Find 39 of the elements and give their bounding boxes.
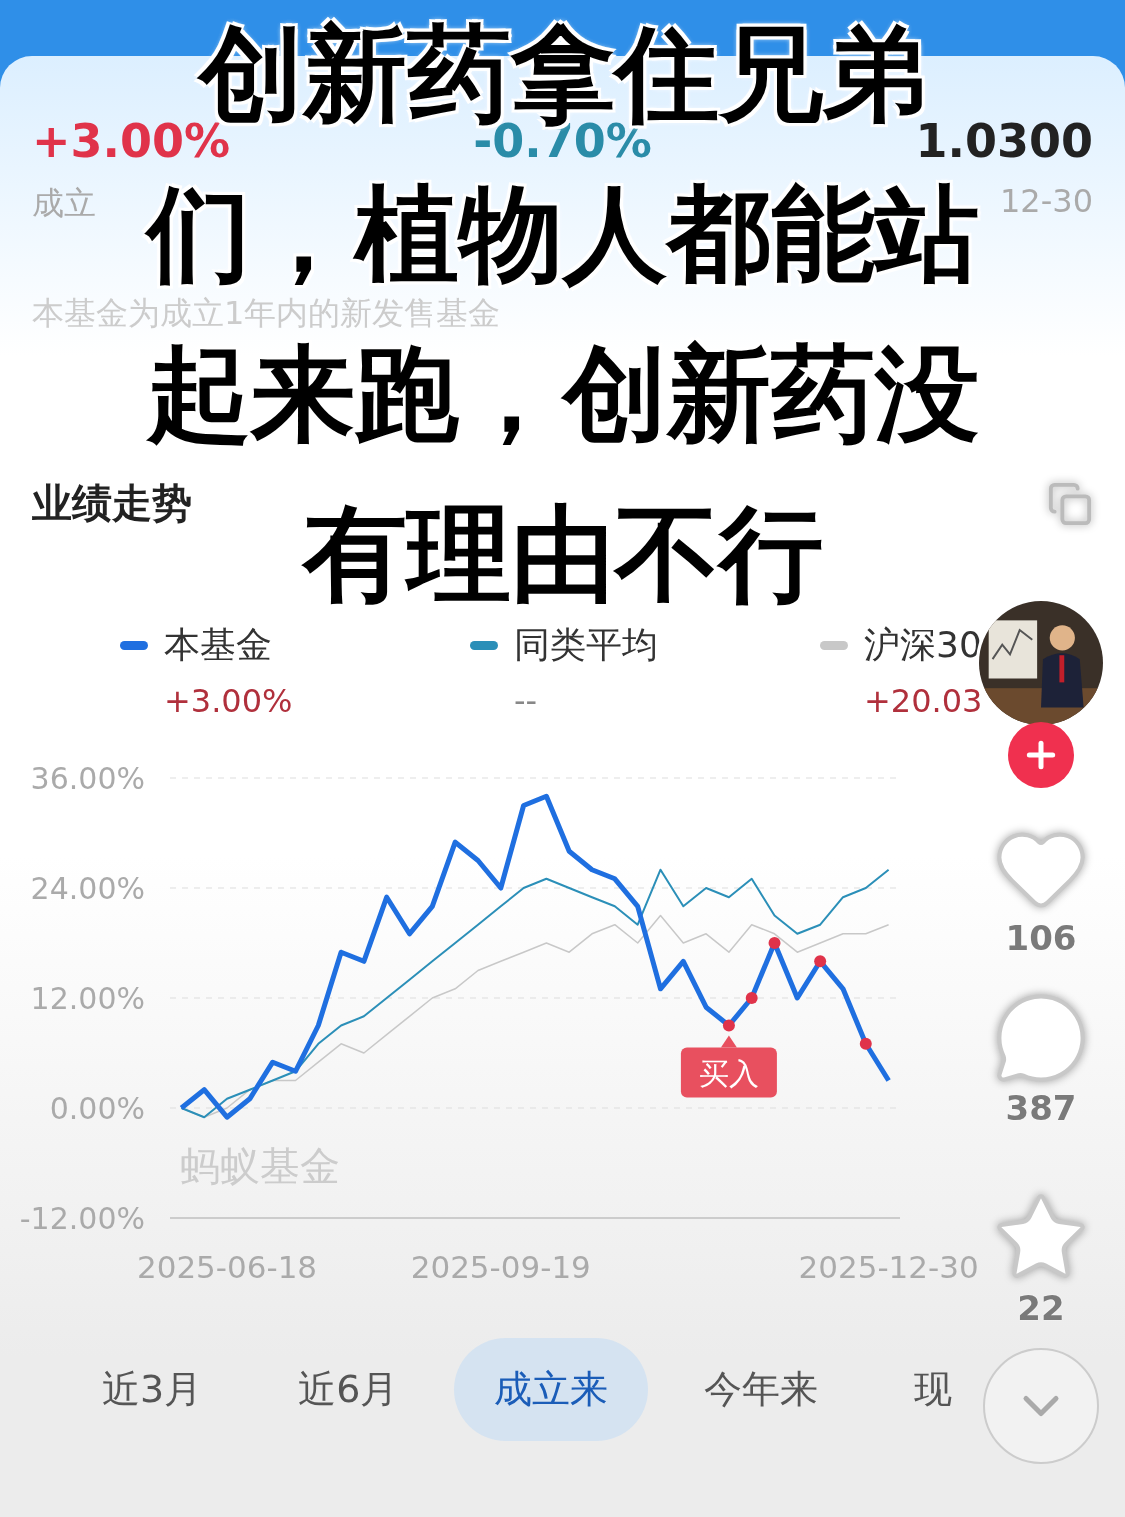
- copy-icon[interactable]: [1047, 480, 1093, 527]
- legend-swatch: [470, 641, 498, 650]
- range-tab[interactable]: 成立来: [454, 1338, 649, 1441]
- caption-line: 们，植物人都能站: [146, 172, 979, 297]
- comment-count: 387: [1005, 1088, 1077, 1128]
- trade-point: [859, 1037, 872, 1050]
- caption-line: 有理由不行: [302, 492, 823, 617]
- range-tab[interactable]: 今年来: [664, 1338, 859, 1441]
- trade-point: [814, 955, 827, 968]
- stat-label: 成立: [32, 183, 96, 224]
- axis-tick-label: 2025-09-19: [410, 1249, 591, 1285]
- trade-point: [768, 937, 781, 949]
- range-tab[interactable]: 近3月: [62, 1338, 243, 1441]
- annotation: 买入: [698, 1055, 759, 1091]
- legend-value: +3.00%: [164, 682, 294, 720]
- axis-tick-label: 2025-12-30: [798, 1249, 979, 1285]
- trade-point: [745, 992, 758, 1004]
- axis-tick-label: 24.00%: [30, 871, 145, 906]
- range-tab[interactable]: 现: [874, 1338, 993, 1441]
- stat-label: 12-30: [1000, 182, 1093, 220]
- legend-value: +20.03: [864, 682, 984, 720]
- section-title: 业绩走势: [32, 479, 192, 528]
- caption-line: 起来跑，创新药没: [146, 332, 979, 457]
- legend-value: --: [514, 682, 539, 720]
- trade-point: [722, 1019, 735, 1032]
- legend-label: 同类平均: [514, 623, 659, 667]
- axis-tick-label: 0.00%: [49, 1091, 145, 1126]
- axis-tick-label: 2025-06-18: [136, 1249, 318, 1285]
- favorite-count: 22: [1017, 1288, 1065, 1328]
- axis-tick-label: 36.00%: [30, 761, 145, 796]
- stat-value: 1.0300: [915, 114, 1093, 168]
- like-count: 106: [1005, 918, 1077, 958]
- axis-tick-label: 12.00%: [30, 981, 145, 1016]
- legend-label: 本基金: [164, 623, 273, 667]
- range-tab[interactable]: 近6月: [258, 1338, 439, 1441]
- legend-swatch: [120, 641, 148, 650]
- legend-swatch: [820, 641, 848, 650]
- legend-label: 沪深30: [864, 623, 983, 667]
- axis-tick-label: -12.00%: [19, 1201, 145, 1236]
